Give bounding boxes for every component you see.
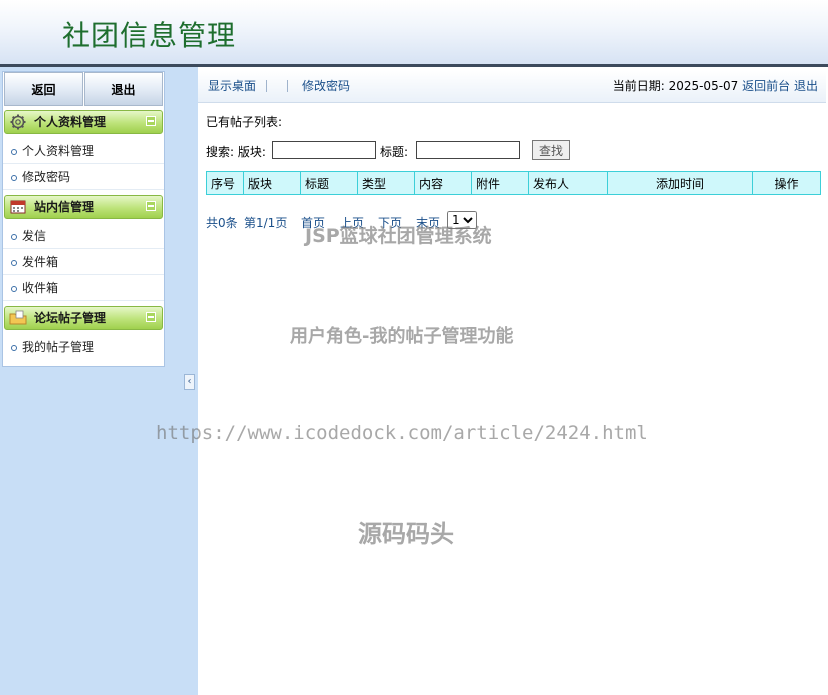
title-input[interactable] [416,141,520,159]
bullet-icon [11,286,17,292]
show-desktop-link[interactable]: 显示桌面 [208,79,256,93]
bullet-icon [11,149,17,155]
menu-item-my-posts[interactable]: 我的帖子管理 [3,335,164,360]
group-title: 论坛帖子管理 [34,311,107,325]
pager-prev-link[interactable]: 上页 [340,214,364,231]
column-header-type: 类型 [357,171,415,195]
pager: 共0条 第1/1页 首页 上页 下页 末页 1 [206,211,606,231]
toolbar-separator [287,80,288,92]
toolbar-logout-link[interactable]: 退出 [794,79,818,93]
pager-total: 共0条 [206,216,238,230]
search-board-label: 搜索: 版块: [206,145,266,159]
back-front-link[interactable]: 返回前台 [742,79,790,93]
pager-page: 第1/1页 [244,216,288,230]
menu-item-profile[interactable]: 个人资料管理 [3,139,164,164]
search-row: 搜索: 版块: 标题: 查找 [206,140,806,160]
menu-item-inbox[interactable]: 收件箱 [3,276,164,301]
group-header-messages[interactable]: 站内信管理 [4,195,163,219]
column-header-board: 版块 [243,171,301,195]
app-header: 社团信息管理 [0,0,828,64]
collapse-icon[interactable] [146,116,156,126]
main-content: 显示桌面 修改密码 当前日期: 2025-05-07 返回前台 退出 已有帖子列… [198,67,828,695]
column-header-publisher: 发布人 [528,171,608,195]
pager-last-link[interactable]: 末页 [416,214,440,231]
menu-item-label: 发件箱 [22,255,59,269]
date-area: 当前日期: 2025-05-07 返回前台 退出 [613,79,818,93]
group-title: 站内信管理 [34,200,95,214]
calendar-icon [10,200,26,214]
search-button[interactable]: 查找 [532,140,570,160]
date-label: 当前日期: [612,79,665,93]
posts-table: 序号 版块 标题 类型 内容 附件 发布人 添加时间 操作 [206,171,821,195]
toolbar: 显示桌面 修改密码 当前日期: 2025-05-07 返回前台 退出 [198,71,826,103]
change-password-link[interactable]: 修改密码 [302,79,350,93]
bullet-icon [11,260,17,266]
menu-item-outbox[interactable]: 发件箱 [3,250,164,275]
bullet-icon [11,234,17,240]
menu-item-label: 我的帖子管理 [22,340,95,354]
menu-item-label: 修改密码 [22,170,71,184]
column-header-added-time: 添加时间 [607,171,753,195]
chevron-left-icon: ‹ [187,376,192,387]
column-header-attachment: 附件 [471,171,529,195]
column-header-content: 内容 [414,171,472,195]
logout-button[interactable]: 退出 [84,72,163,106]
back-button[interactable]: 返回 [4,72,83,106]
toolbar-separator [266,80,267,92]
sidebar: 返回 退出 个人资料管理 个人资料管理 修改密码 站内信管理 发信 发件箱 收件… [2,71,165,367]
group-title: 个人资料管理 [34,115,107,129]
column-header-actions: 操作 [752,171,821,195]
board-input[interactable] [272,141,376,159]
search-title-label: 标题: [380,145,409,159]
pager-first-link[interactable]: 首页 [301,214,325,231]
menu-item-label: 个人资料管理 [22,144,95,158]
list-title: 已有帖子列表: [206,115,283,129]
sidebar-top-buttons: 返回 退出 [3,72,164,106]
menu-item-send-message[interactable]: 发信 [3,224,164,249]
menu-item-label: 发信 [22,229,47,243]
app-title: 社团信息管理 [62,19,237,52]
collapse-icon[interactable] [146,201,156,211]
menu-item-label: 收件箱 [22,281,59,295]
pager-next-link[interactable]: 下页 [378,214,402,231]
bullet-icon [11,345,17,351]
column-header-title: 标题 [300,171,358,195]
collapse-icon[interactable] [146,312,156,322]
sidebar-toggle-button[interactable]: ‹ [184,374,195,390]
menu-item-change-password[interactable]: 修改密码 [3,165,164,190]
page-select[interactable]: 1 [447,211,477,229]
bullet-icon [11,175,17,181]
group-header-forum[interactable]: 论坛帖子管理 [4,306,163,330]
folder-icon [9,310,27,325]
table-header-row: 序号 版块 标题 类型 内容 附件 发布人 添加时间 操作 [206,171,821,195]
date-value: 2025-05-07 [668,79,739,93]
group-header-profile[interactable]: 个人资料管理 [4,110,163,134]
column-header-index: 序号 [206,171,244,195]
gear-icon [10,114,26,130]
